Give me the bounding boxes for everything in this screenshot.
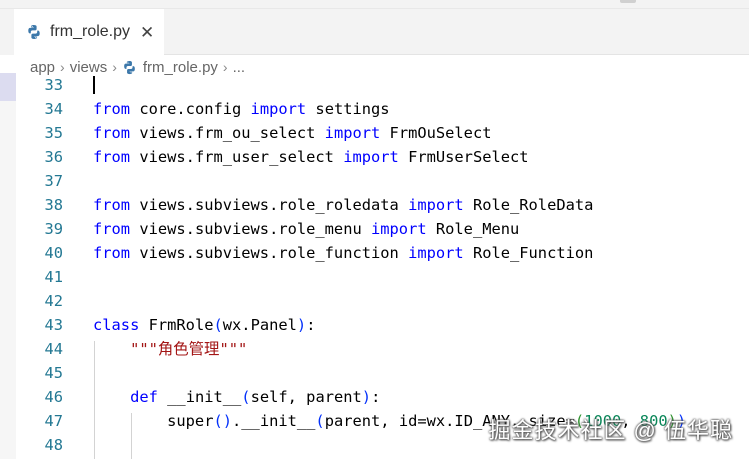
- code-token: import: [408, 196, 464, 214]
- code-token: """角色管理""": [130, 340, 248, 358]
- code-text: from views.subviews.role_function import…: [93, 241, 593, 265]
- code-token: __init__: [157, 388, 242, 406]
- code-line[interactable]: 44 """角色管理""": [0, 337, 749, 361]
- line-number: 40: [44, 244, 63, 262]
- code-line[interactable]: 37: [0, 169, 749, 193]
- line-number: 39: [44, 220, 63, 238]
- line-number: 43: [44, 316, 63, 334]
- line-number: 35: [44, 124, 63, 142]
- code-token: (: [241, 388, 251, 406]
- code-token: from: [93, 100, 131, 118]
- code-token: ): [296, 316, 307, 334]
- code-token: import: [324, 124, 381, 142]
- code-line[interactable]: 33: [0, 73, 749, 97]
- line-number: 44: [44, 340, 63, 358]
- code-token: wx.Panel: [222, 316, 297, 334]
- code-token: views.frm_user_select: [130, 148, 344, 166]
- line-number: 46: [44, 388, 63, 406]
- code-text: from views.frm_user_select import FrmUse…: [93, 145, 529, 169]
- code-token: (: [213, 316, 223, 334]
- code-token: FrmOuSelect: [380, 124, 492, 142]
- code-token: Role_RoleData: [463, 196, 594, 214]
- code-line[interactable]: 42: [0, 289, 749, 313]
- code-token: import: [250, 100, 307, 118]
- tab-frm-role[interactable]: frm_role.py ✕: [14, 9, 164, 55]
- code-line[interactable]: 41: [0, 265, 749, 289]
- code-token: views.subviews.role_function: [130, 244, 409, 262]
- code-text: class FrmRole(wx.Panel):: [93, 313, 315, 337]
- tab-label: frm_role.py: [50, 23, 131, 40]
- code-token: views.subviews.role_menu: [130, 220, 371, 238]
- code-line[interactable]: 38 from views.subviews.role_roledata impo…: [0, 193, 749, 217]
- code-text: from views.frm_ou_select import FrmOuSel…: [93, 121, 491, 145]
- line-number: 37: [44, 172, 63, 190]
- code-token: :: [371, 388, 381, 406]
- code-token: views.subviews.role_roledata: [130, 196, 409, 214]
- code-token: from: [93, 220, 131, 238]
- close-icon[interactable]: ✕: [140, 24, 154, 41]
- code-text: def __init__(self, parent):: [93, 385, 380, 409]
- line-number: 33: [44, 76, 63, 94]
- text-cursor: [93, 76, 95, 94]
- line-number: 48: [44, 436, 63, 454]
- code-token: .__init__: [232, 412, 316, 430]
- code-line[interactable]: 45: [0, 361, 749, 385]
- code-text: """角色管理""": [93, 337, 247, 361]
- code-text: from views.subviews.role_roledata import…: [93, 193, 593, 217]
- scroll-indicator: [620, 0, 636, 3]
- code-token: def: [130, 388, 158, 406]
- code-token: (): [213, 412, 233, 430]
- code-token: super: [93, 412, 214, 430]
- indent-guide: [94, 341, 95, 459]
- code-token: from: [93, 124, 131, 142]
- code-text: from core.config import settings: [93, 97, 390, 121]
- line-number: 34: [44, 100, 63, 118]
- code-text: from views.subviews.role_menu import Rol…: [93, 217, 519, 241]
- code-token: import: [371, 220, 427, 238]
- code-line[interactable]: 40 from views.subviews.role_function impo…: [0, 241, 749, 265]
- code-line[interactable]: 39 from views.subviews.role_menu import R…: [0, 217, 749, 241]
- code-token: from: [93, 196, 131, 214]
- code-token: FrmRole: [139, 316, 214, 334]
- line-number: 45: [44, 364, 63, 382]
- python-file-icon: [28, 25, 40, 39]
- line-number: 41: [44, 268, 63, 286]
- code-editor[interactable]: 33 34 from core.config import settings 35 fr…: [0, 73, 749, 459]
- line-number: 47: [44, 412, 63, 430]
- code-line[interactable]: 43 class FrmRole(wx.Panel):: [0, 313, 749, 337]
- code-token: settings: [306, 100, 390, 118]
- code-token: :: [306, 316, 316, 334]
- code-token: self, parent: [250, 388, 362, 406]
- watermark: 掘金技术社区 @ 伍华聪: [488, 418, 733, 443]
- code-token: ): [361, 388, 372, 406]
- title-strip: [0, 0, 749, 9]
- line-number: 42: [44, 292, 63, 310]
- code-line[interactable]: 35 from views.frm_ou_select import FrmOuS…: [0, 121, 749, 145]
- tab-bar: frm_role.py ✕: [0, 0, 749, 55]
- code-token: import: [343, 148, 399, 166]
- code-token: class: [93, 316, 140, 334]
- indent-guide: [131, 413, 132, 459]
- code-line[interactable]: 46 def __init__(self, parent):: [0, 385, 749, 409]
- code-token: (: [315, 412, 325, 430]
- code-token: FrmUserSelect: [398, 148, 529, 166]
- code-token: import: [408, 244, 464, 262]
- code-line[interactable]: 34 from core.config import settings: [0, 97, 749, 121]
- code-token: from: [93, 148, 131, 166]
- code-token: from: [93, 244, 131, 262]
- code-line[interactable]: 36 from views.frm_user_select import FrmU…: [0, 145, 749, 169]
- line-number: 36: [44, 148, 63, 166]
- code-token: Role_Function: [463, 244, 594, 262]
- line-number: 38: [44, 196, 63, 214]
- code-token: views.frm_ou_select: [130, 124, 325, 142]
- code-token: core.config: [130, 100, 251, 118]
- code-token: Role_Menu: [426, 220, 520, 238]
